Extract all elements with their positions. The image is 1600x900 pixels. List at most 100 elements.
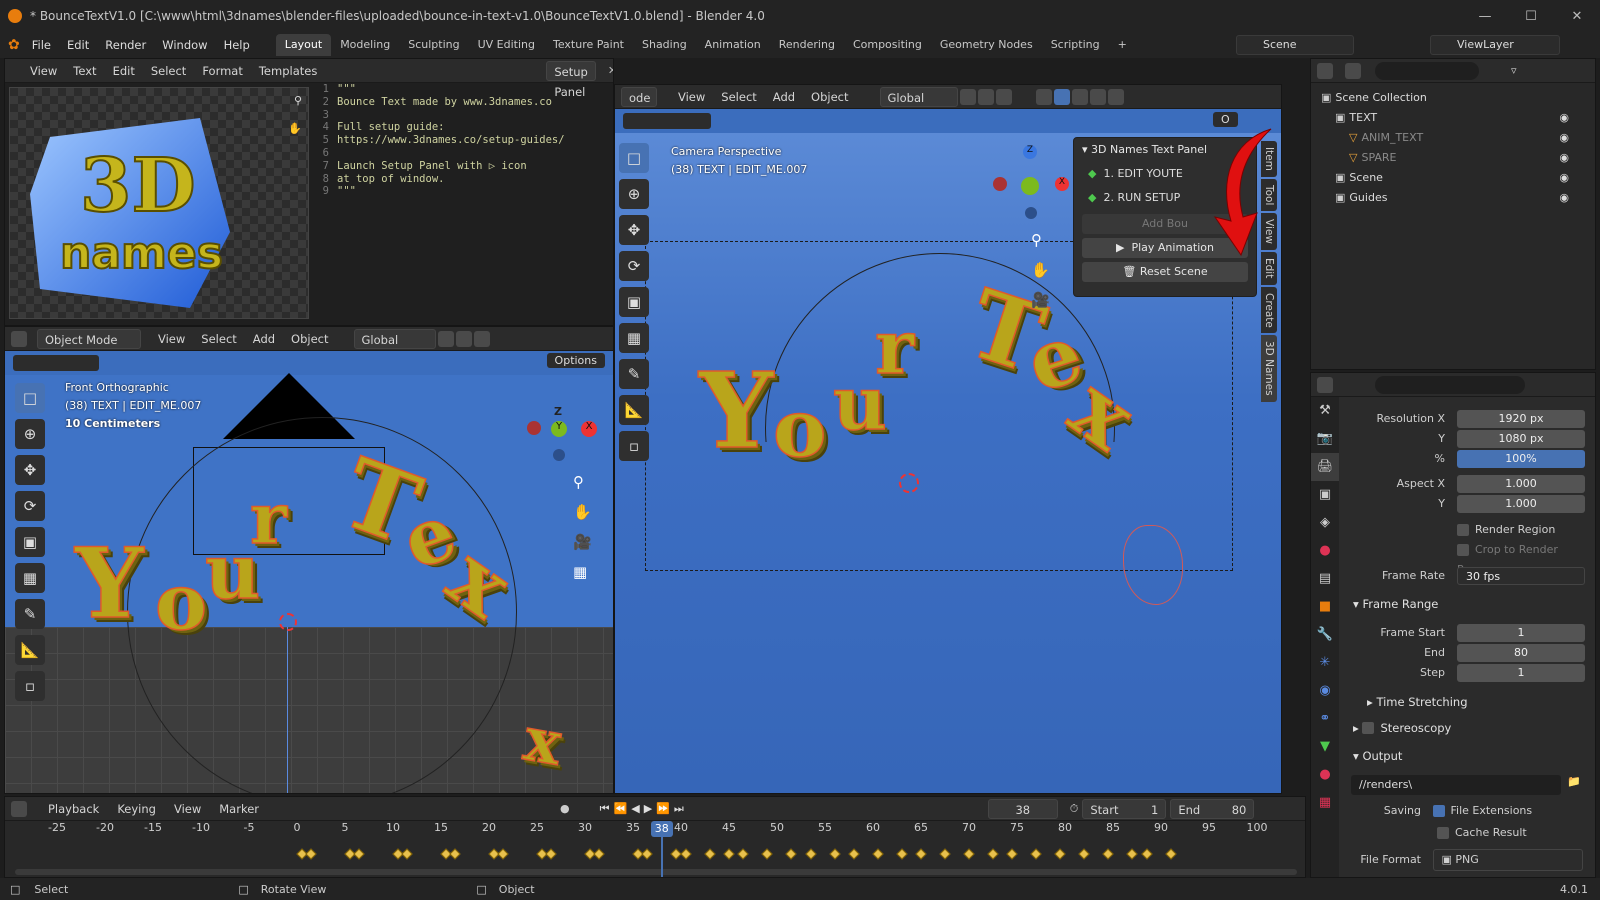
menu-keying[interactable]: Keying [110, 799, 163, 819]
stereoscopy-check-icon[interactable] [1362, 722, 1375, 734]
axis-gizmo[interactable]: Z Y X [521, 405, 601, 465]
cam-menu-object[interactable]: Object [804, 87, 855, 107]
transform-tool-icon[interactable]: ▦ [15, 563, 45, 593]
end-frame-field[interactable]: End 80 [1170, 798, 1255, 819]
annotate-tool-icon[interactable]: ✎ [619, 359, 649, 389]
transform-tool-icon[interactable]: ▦ [619, 323, 649, 353]
keyframe-diamond[interactable] [704, 848, 716, 860]
cam-menu-view[interactable]: View [671, 87, 712, 107]
constraints-tab-icon[interactable]: ⚭ [1311, 705, 1339, 733]
close-icon[interactable]: ✕ [1554, 0, 1600, 32]
playhead-frame-label[interactable]: 38 [650, 821, 673, 837]
file-format-dropdown[interactable]: ▣ PNG [1432, 849, 1583, 871]
ntab-create[interactable]: Create [1261, 286, 1277, 334]
outliner-item[interactable]: ▽ SPARE ◉ [1311, 147, 1595, 167]
file-extensions-checkbox[interactable]: File Extensions [1432, 804, 1532, 817]
mode-selector-partial[interactable]: ode [621, 86, 657, 107]
resolution-y-field[interactable]: 1080 px [1457, 429, 1585, 448]
rotate-tool-icon[interactable]: ⟳ [619, 251, 649, 281]
text-menu-edit[interactable]: Edit [106, 61, 142, 81]
select-mode-icons[interactable] [13, 355, 99, 371]
options-dropdown[interactable]: Options [546, 353, 605, 368]
gizmo-z-icon[interactable]: Z [1023, 145, 1037, 159]
pan-hand-icon[interactable]: ✋ [288, 122, 302, 135]
menu-edit[interactable]: Edit [59, 38, 97, 52]
cam-menu-select[interactable]: Select [714, 87, 763, 107]
time-stretching-section[interactable]: ▸ Time Stretching [1353, 689, 1595, 715]
keyframe-diamond[interactable] [1006, 848, 1018, 860]
select-mode-icons[interactable] [623, 113, 711, 129]
add-cube-tool-icon[interactable]: ▫ [619, 431, 649, 461]
keyframe-diamond[interactable] [915, 848, 927, 860]
timeline-scrollbar[interactable] [15, 869, 1297, 875]
cam-menu-add[interactable]: Add [766, 87, 802, 107]
gizmo-x-icon[interactable]: X [581, 421, 597, 437]
world-tab-icon[interactable]: ● [1311, 537, 1339, 565]
keyframe-diamond[interactable] [593, 848, 606, 860]
outliner-item[interactable]: ▽ ANIM_TEXT ◉ [1311, 127, 1595, 147]
ntab-edit[interactable]: Edit [1261, 252, 1277, 285]
add-cube-tool-icon[interactable]: ▫ [15, 671, 45, 701]
cursor-tool-icon[interactable]: ⊕ [15, 419, 45, 449]
gizmo-neg-z-icon[interactable] [1025, 207, 1037, 219]
outliner-item[interactable]: ▣ Guides ◉ [1311, 187, 1595, 207]
keyframe-diamond[interactable] [305, 848, 318, 860]
next-key-icon[interactable]: ⏩ [656, 802, 670, 815]
current-frame-field[interactable]: 38 [987, 798, 1058, 819]
gizmo-toggle-icon[interactable] [1053, 88, 1070, 105]
menu-playback[interactable]: Playback [41, 799, 106, 819]
text-menu-select[interactable]: Select [144, 61, 193, 81]
render-tab-icon[interactable]: 📷 [1311, 425, 1339, 453]
reset-scene-button[interactable]: 🗑 Reset Scene [1082, 262, 1248, 282]
visibility-eye-icon[interactable]: ◉ [1559, 191, 1569, 204]
view-layer-selector[interactable]: ViewLayer [1430, 35, 1560, 55]
unlink-text-icon[interactable]: ✕ [604, 64, 613, 77]
gizmo-y-icon[interactable] [1021, 177, 1039, 195]
editor-type-icon[interactable] [1317, 62, 1333, 79]
play-reverse-icon[interactable]: ◀ [631, 802, 639, 815]
scene-tab-icon[interactable]: ◈ [1311, 509, 1339, 537]
select-box-tool-icon[interactable]: □ [619, 143, 649, 173]
text-menu-view[interactable]: View [23, 61, 64, 81]
frame-start-field[interactable]: 1 [1457, 623, 1585, 642]
resolution-x-field[interactable]: 1920 px [1457, 409, 1585, 428]
crop-checkbox[interactable]: Crop to Render Reg... [1345, 540, 1585, 576]
render-region-checkbox[interactable]: Render Region [1345, 520, 1585, 540]
zoom-icon[interactable]: ⚲ [573, 467, 592, 497]
gizmo-neg-x-icon[interactable] [527, 421, 541, 435]
text-menu-templates[interactable]: Templates [252, 61, 324, 81]
shading-solid-icon[interactable] [1107, 88, 1124, 105]
keyframe-diamond[interactable] [872, 848, 884, 860]
front-menu-view[interactable]: View [151, 329, 192, 349]
frame-end-field[interactable]: 80 [1457, 643, 1585, 662]
tab-shading[interactable]: Shading [633, 34, 696, 56]
keyframe-diamond[interactable] [1140, 848, 1153, 860]
grid-toggle-icon[interactable]: ▦ [573, 557, 592, 587]
measure-tool-icon[interactable]: 📐 [15, 635, 45, 665]
gizmo-x-icon[interactable]: X [1055, 177, 1069, 191]
keyframe-diamond[interactable] [804, 848, 817, 860]
keyframe-diamond[interactable] [545, 848, 558, 860]
proportional-edit-icon[interactable] [473, 330, 490, 347]
xray-icon[interactable] [1071, 88, 1088, 105]
menu-help[interactable]: Help [216, 38, 258, 52]
gizmo-y-icon[interactable]: Y [551, 421, 567, 437]
texture-tab-icon[interactable]: ▦ [1311, 789, 1339, 817]
frame-step-field[interactable]: 1 [1457, 663, 1585, 682]
camera-viewport[interactable]: ode View Select Add Object Global O Came… [614, 84, 1282, 794]
cam-orientation-selector[interactable]: Global [879, 86, 958, 107]
outliner-item[interactable]: ▣ Scene ◉ [1311, 167, 1595, 187]
stopwatch-icon[interactable]: ⏱ [1070, 802, 1079, 816]
pan-hand-icon[interactable]: ✋ [573, 497, 592, 527]
ntab-tool[interactable]: Tool [1261, 178, 1277, 212]
annotate-tool-icon[interactable]: ✎ [15, 599, 45, 629]
keyframe-diamond[interactable] [680, 848, 692, 860]
keyframe-diamond[interactable] [963, 848, 975, 860]
zoom-icon[interactable]: ⚲ [1031, 225, 1050, 255]
keyframe-diamond[interactable] [1030, 848, 1042, 860]
shading-wire-icon[interactable] [1089, 88, 1106, 105]
tab-sculpting[interactable]: Sculpting [399, 34, 468, 56]
tab-rendering[interactable]: Rendering [770, 34, 844, 56]
keyframe-diamond[interactable] [1102, 848, 1114, 860]
scale-tool-icon[interactable]: ▣ [15, 527, 45, 557]
